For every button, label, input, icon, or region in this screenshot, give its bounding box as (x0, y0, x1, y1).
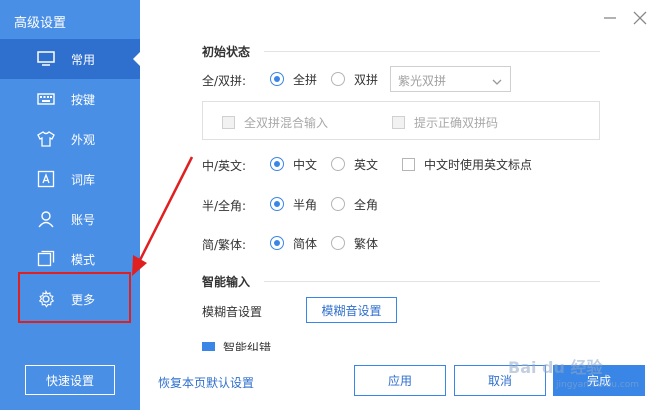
radio-label: 简体 (293, 236, 318, 251)
checkbox-checked[interactable] (202, 342, 215, 351)
fuzzy-label: 模糊音设置 (202, 305, 263, 319)
radio-label: 双拼 (354, 72, 379, 87)
checkbox-label: 提示正确双拼码 (414, 115, 499, 130)
radio-simplified[interactable]: 简体 (270, 234, 317, 252)
divider (264, 51, 600, 52)
sidebar-item-label: 外观 (71, 133, 96, 147)
radio-unselected[interactable] (331, 197, 345, 211)
radio-label: 中文 (293, 157, 318, 172)
radio-full-width[interactable]: 全角 (331, 195, 378, 213)
radio-selected[interactable] (270, 197, 284, 211)
checkbox-label: 智能纠错 (223, 341, 272, 351)
restore-defaults-link[interactable]: 恢复本页默认设置 (158, 374, 254, 391)
radio-double-pinyin[interactable]: 双拼 (331, 70, 378, 88)
radio-unselected[interactable] (331, 157, 345, 171)
radio-label: 全拼 (293, 72, 318, 87)
annotation-highlight-box (18, 272, 131, 323)
watermark-url: jingyan.baidu.com (556, 380, 640, 390)
fuzzy-settings-button[interactable]: 模糊音设置 (306, 297, 397, 323)
watermark-logo: Bai du 经验 jingyan.baidu.com (508, 352, 648, 398)
sidebar-item-label: 模式 (71, 253, 96, 267)
sidebar-item-common[interactable]: 常用 (0, 39, 140, 79)
quick-settings-button[interactable]: 快速设置 (25, 365, 115, 395)
radio-traditional[interactable]: 繁体 (331, 234, 378, 252)
checkbox-show-double-code[interactable]: 提示正确双拼码 (392, 113, 498, 131)
half-full-label: 半/全角: (202, 199, 247, 213)
checkbox-smart-correction[interactable]: 智能纠错 (200, 341, 360, 351)
radio-half-width[interactable]: 半角 (270, 195, 317, 213)
close-icon[interactable] (632, 10, 648, 26)
chevron-down-icon (492, 75, 502, 89)
sidebar-item-label: 常用 (71, 53, 96, 67)
radio-full-pinyin[interactable]: 全拼 (270, 70, 317, 88)
monitor-icon (36, 49, 56, 69)
checkbox[interactable] (392, 115, 405, 129)
checkbox-label: 全双拼混合输入 (244, 115, 329, 130)
radio-label: 繁体 (354, 236, 379, 251)
minimize-icon[interactable] (602, 10, 618, 26)
sidebar: 高级设置 常用 按键 外观 词库 账号 模式 更多 快速设置 (0, 0, 140, 410)
section-title-smart-input: 智能输入 (202, 275, 251, 289)
radio-label: 半角 (293, 197, 318, 212)
radio-label: 英文 (354, 157, 379, 172)
divider (264, 281, 600, 282)
keyboard-icon (36, 89, 56, 109)
checkbox[interactable] (222, 115, 235, 129)
sidebar-item-dictionary[interactable]: 词库 (0, 159, 140, 199)
radio-chinese[interactable]: 中文 (270, 155, 317, 173)
cn-en-label: 中/英文: (202, 159, 247, 173)
sidebar-item-label: 词库 (71, 173, 96, 187)
full-double-label: 全/双拼: (202, 74, 247, 88)
radio-unselected[interactable] (331, 72, 345, 86)
radio-selected[interactable] (270, 236, 284, 250)
radio-selected[interactable] (270, 157, 284, 171)
simp-trad-label: 简/繁体: (202, 238, 247, 252)
checkbox-label: 中文时使用英文标点 (424, 157, 533, 172)
window-title: 高级设置 (14, 16, 67, 31)
user-icon (36, 209, 56, 229)
sidebar-item-account[interactable]: 账号 (0, 199, 140, 239)
section-title-initial-state: 初始状态 (202, 45, 251, 59)
checkbox[interactable] (402, 157, 415, 171)
sidebar-item-label: 账号 (71, 213, 96, 227)
radio-label: 全角 (354, 197, 379, 212)
window-icon (36, 249, 56, 269)
shirt-icon (36, 129, 56, 149)
sidebar-item-label: 按键 (71, 93, 96, 107)
letter-a-icon (36, 169, 56, 189)
radio-unselected[interactable] (331, 236, 345, 250)
checkbox-english-punctuation[interactable]: 中文时使用英文标点 (402, 155, 532, 173)
apply-button[interactable]: 应用 (354, 365, 446, 396)
checkbox-mixed-input[interactable]: 全双拼混合输入 (222, 113, 328, 131)
double-pinyin-scheme-select[interactable]: 紫光双拼 (390, 66, 511, 92)
select-value: 紫光双拼 (398, 74, 447, 88)
sidebar-item-appearance[interactable]: 外观 (0, 119, 140, 159)
sidebar-item-keys[interactable]: 按键 (0, 79, 140, 119)
radio-english[interactable]: 英文 (331, 155, 378, 173)
watermark-brand: Bai du 经验 (508, 358, 603, 377)
radio-selected[interactable] (270, 72, 284, 86)
